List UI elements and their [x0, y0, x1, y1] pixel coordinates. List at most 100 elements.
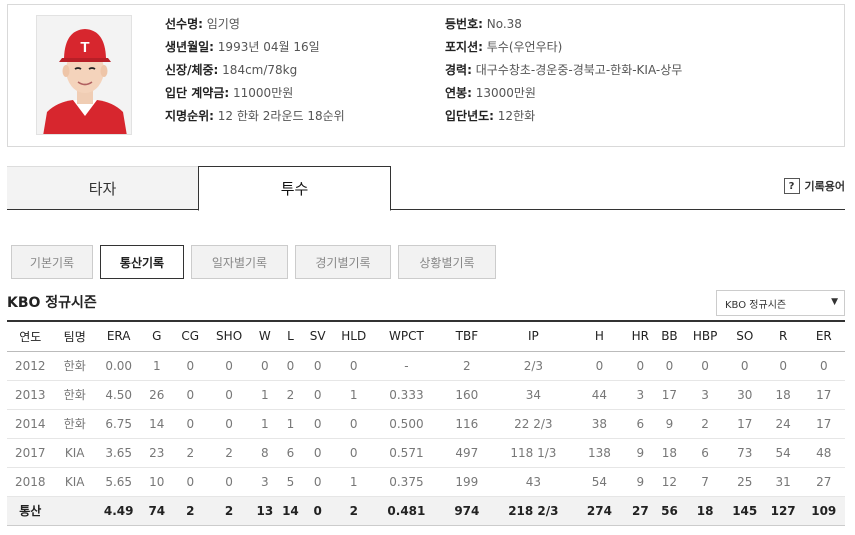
total-cell: 0 [301, 496, 335, 526]
total-cell: 2 [172, 496, 209, 526]
table-cell: 17 [654, 380, 685, 410]
total-cell: 13 [249, 496, 280, 526]
table-cell: 7 [684, 467, 726, 497]
table-cell: 0 [172, 351, 209, 381]
table-cell: 2017 [7, 438, 54, 468]
column-header: SO [725, 320, 764, 352]
column-header: ERA [95, 320, 142, 352]
subtab-situation[interactable]: 상황별기록 [398, 245, 496, 279]
table-cell: 160 [439, 380, 495, 410]
table-cell: 0.500 [373, 409, 440, 439]
table-cell: 25 [725, 467, 764, 497]
column-header: HLD [334, 320, 374, 352]
table-cell: 0 [301, 409, 335, 439]
column-header: L [279, 320, 302, 352]
column-header: R [763, 320, 803, 352]
player-photo: T [36, 15, 132, 135]
total-cell: 18 [684, 496, 726, 526]
table-cell: 2/3 [494, 351, 573, 381]
subtab-game[interactable]: 경기별기록 [295, 245, 391, 279]
table-cell: 38 [572, 409, 627, 439]
table-header-row: 연도 팀명 ERA G CG SHO W L SV HLD WPCT TBF IP H HR BB HBP SO R… [7, 320, 845, 352]
table-cell: 0 [249, 351, 280, 381]
total-cell: 145 [725, 496, 764, 526]
table-cell: 17 [802, 409, 845, 439]
salary: 13000만원 [475, 86, 536, 100]
draft-rank: 12 한화 2라운드 18순위 [217, 109, 345, 123]
column-header: HR [626, 320, 655, 352]
table-cell: 1 [249, 380, 280, 410]
total-cell: 0.481 [373, 496, 440, 526]
table-cell: 0 [572, 351, 627, 381]
total-cell: 218 2/3 [494, 496, 573, 526]
total-cell: 4.49 [95, 496, 142, 526]
body-row: 신장/체중: 184cm/78kg [165, 63, 298, 77]
tab-hitter[interactable]: 타자 [7, 166, 198, 210]
table-cell: 0 [208, 467, 250, 497]
draft-row: 지명순위: 12 한화 2라운드 18순위 [165, 109, 345, 123]
table-cell: KIA [53, 467, 96, 497]
glossary-link[interactable]: ? 기록용어 [783, 178, 845, 194]
table-cell: 2014 [7, 409, 54, 439]
table-row: 2013 한화 4.50 26 0 0 1 2 0 1 0.333 160 34 44 3 17 3 30 18 17 [7, 380, 845, 410]
profile-info-right: 등번호: No.38 포지션: 투수(우언우타) 경력: 대구수창초-경운중-경… [445, 13, 682, 128]
uniform-number: No.38 [486, 17, 522, 31]
table-cell: 3 [626, 380, 655, 410]
height-weight: 184cm/78kg [222, 63, 298, 77]
table-cell: 44 [572, 380, 627, 410]
table-cell: 54 [572, 467, 627, 497]
subtab-daily[interactable]: 일자별기록 [191, 245, 288, 279]
table-cell: 9 [626, 438, 655, 468]
glossary-label: 기록용어 [804, 180, 845, 193]
subtab-basic[interactable]: 기본기록 [11, 245, 93, 279]
table-cell: 73 [725, 438, 764, 468]
question-icon: ? [783, 178, 800, 194]
table-cell: 9 [654, 409, 685, 439]
season-select-value: KBO 정규시즌 [725, 299, 787, 311]
table-cell: - [373, 351, 440, 381]
table-cell: 0 [654, 351, 685, 381]
table-cell: 6 [684, 438, 726, 468]
table-cell: 0.571 [373, 438, 440, 468]
column-header: SHO [208, 320, 250, 352]
position: 투수(우언우타) [486, 40, 563, 54]
table-cell: 17 [725, 409, 764, 439]
table-cell: 23 [141, 438, 173, 468]
table-cell: 14 [141, 409, 173, 439]
column-header: H [572, 320, 627, 352]
table-cell: 0 [172, 409, 209, 439]
season-select[interactable]: KBO 정규시즌 ▼ [716, 290, 845, 316]
table-cell: 18 [654, 438, 685, 468]
column-header: 팀명 [53, 320, 96, 352]
total-cell: 56 [654, 496, 685, 526]
table-cell: 1 [279, 409, 302, 439]
table-cell: 2 [439, 351, 495, 381]
record-subtabs: 기본기록 통산기록 일자별기록 경기별기록 상황별기록 [11, 245, 496, 279]
svg-text:T: T [80, 39, 89, 56]
table-cell: 3.65 [95, 438, 142, 468]
table-cell: 26 [141, 380, 173, 410]
table-cell: 6.75 [95, 409, 142, 439]
table-cell: KIA [53, 438, 96, 468]
table-cell: 5.65 [95, 467, 142, 497]
total-cell: 274 [572, 496, 627, 526]
number-row: 등번호: No.38 [445, 17, 522, 31]
table-cell: 199 [439, 467, 495, 497]
table-cell: 0.00 [95, 351, 142, 381]
table-cell: 2018 [7, 467, 54, 497]
debut-row: 입단년도: 12한화 [445, 109, 536, 123]
table-cell: 9 [626, 467, 655, 497]
table-cell: 30 [725, 380, 764, 410]
column-header: WPCT [373, 320, 440, 352]
career-stats-table: 연도 팀명 ERA G CG SHO W L SV HLD WPCT TBF IP H HR BB HBP SO R… [7, 320, 845, 526]
table-cell: 0 [763, 351, 803, 381]
tab-pitcher[interactable]: 투수 [198, 166, 391, 211]
column-header: CG [172, 320, 209, 352]
table-cell: 54 [763, 438, 803, 468]
table-cell: 0 [684, 351, 726, 381]
table-cell: 138 [572, 438, 627, 468]
subtab-career[interactable]: 통산기록 [100, 245, 184, 279]
table-cell: 12 [654, 467, 685, 497]
table-cell: 2012 [7, 351, 54, 381]
table-cell: 31 [763, 467, 803, 497]
